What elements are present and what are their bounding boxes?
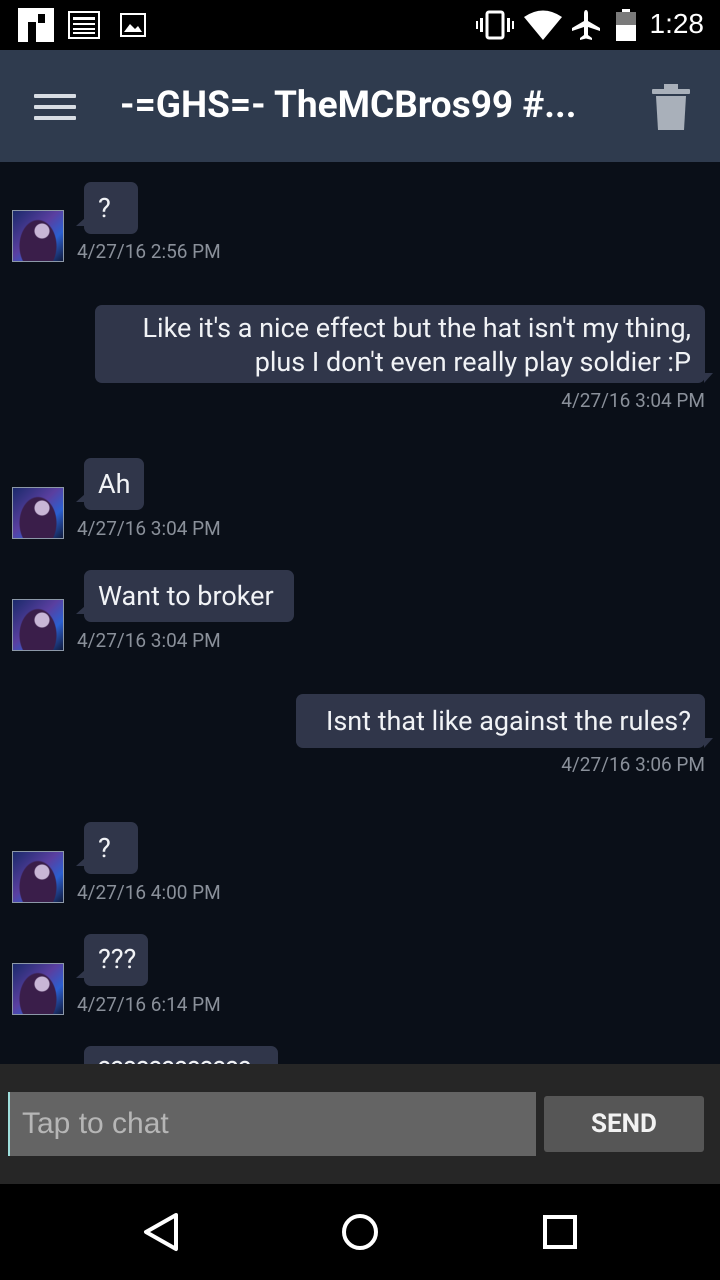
message-bubble[interactable]: Isnt that like against the rules? [296,694,713,748]
chat-input[interactable] [8,1092,536,1156]
hamburger-menu-icon[interactable] [34,94,76,120]
vibrate-icon [476,10,514,40]
back-icon[interactable] [142,1212,180,1252]
avatar[interactable] [12,210,64,262]
message-bubble[interactable]: ???????????? [84,1046,278,1064]
message-timestamp: 4/27/16 4:00 PM [77,881,221,904]
notification-app-icon [18,8,54,42]
avatar[interactable] [12,599,64,651]
message-timestamp: 4/27/16 2:56 PM [77,240,221,263]
message-bubble[interactable]: Like it's a nice effect but the hat isn'… [95,305,713,383]
message-composer: SEND [0,1064,720,1184]
system-nav-bar [0,1184,720,1280]
message-text: Want to broker [98,580,274,612]
message-list[interactable]: ? 4/27/16 2:56 PM Like it's a nice effec… [0,162,720,1064]
message-text: ? [98,832,111,864]
message-text: ???????????? [98,1055,251,1064]
message-text: Isnt that like against the rules? [325,705,691,737]
send-button[interactable]: SEND [544,1096,704,1152]
chat-title: -=GHS=- TheMCBros99 #... [120,84,577,127]
status-bar: 1:28 [0,0,720,50]
airplane-mode-icon [572,10,600,40]
message-timestamp: 4/27/16 3:04 PM [77,629,221,652]
trash-icon[interactable] [652,84,690,130]
message-bubble[interactable]: ? [76,822,138,874]
battery-icon [616,9,636,41]
message-text: ??? [98,943,137,975]
notification-image-icon [120,13,146,37]
message-bubble[interactable]: Want to broker [76,570,294,622]
wifi-icon [524,10,562,40]
message-text: Ah [98,468,131,500]
message-bubble[interactable]: Ah [76,458,144,510]
recents-icon[interactable] [542,1212,578,1252]
notification-news-icon [68,11,100,39]
message-text: ? [98,192,111,224]
message-timestamp: 4/27/16 6:14 PM [77,993,221,1016]
message-text-line: plus I don't even really play soldier :P [254,346,691,378]
message-timestamp: 4/27/16 3:04 PM [561,389,705,412]
message-bubble[interactable]: ??? [76,934,148,986]
message-bubble[interactable]: ? [76,182,138,234]
home-icon[interactable] [341,1212,379,1252]
avatar[interactable] [12,851,64,903]
avatar[interactable] [12,963,64,1015]
avatar[interactable] [12,487,64,539]
message-timestamp: 4/27/16 3:06 PM [561,753,705,776]
message-text-line: Like it's a nice effect but the hat isn'… [142,312,691,344]
message-timestamp: 4/27/16 3:04 PM [77,517,221,540]
app-bar: -=GHS=- TheMCBros99 #... [0,50,720,162]
clock: 1:28 [649,8,705,39]
